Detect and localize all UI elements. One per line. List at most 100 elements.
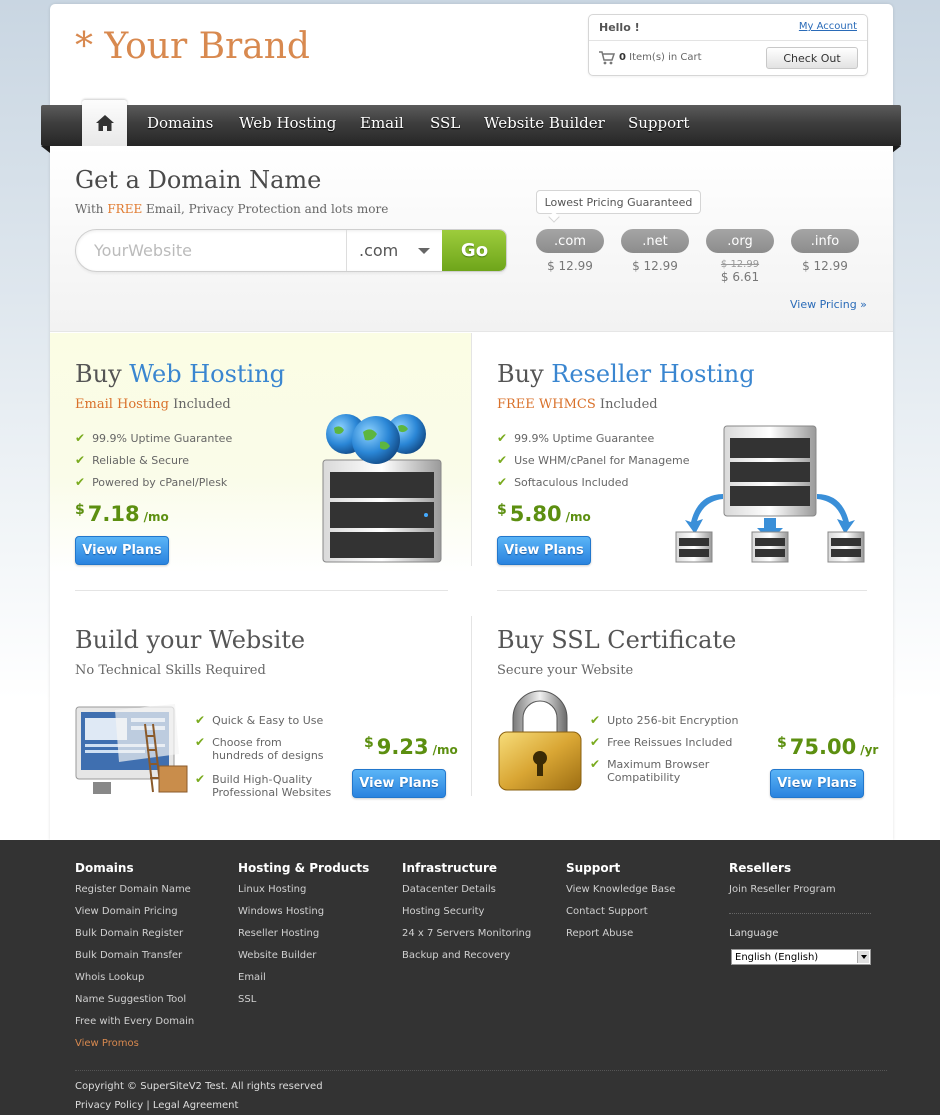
subtitle-suffix: Included xyxy=(595,397,658,412)
footer-link[interactable]: View Knowledge Base xyxy=(566,884,675,895)
nav-home-tab[interactable] xyxy=(82,100,127,146)
reseller-hosting-title: Buy Reseller Hosting xyxy=(497,360,755,388)
tld-pill-info[interactable]: .info xyxy=(791,229,859,253)
domain-search-input[interactable] xyxy=(76,230,346,271)
web-hosting-title: Buy Web Hosting xyxy=(75,360,285,388)
subtitle-suffix: Included xyxy=(168,397,231,412)
tld-pill-net[interactable]: .net xyxy=(621,229,689,253)
tld-price-info: $ 12.99 xyxy=(802,259,848,273)
title-highlight: Reseller Hosting xyxy=(551,360,755,388)
footer-link[interactable]: Windows Hosting xyxy=(238,906,324,917)
check-icon: ✔ xyxy=(590,757,601,771)
check-icon: ✔ xyxy=(195,772,206,786)
tld-pill-org[interactable]: .org xyxy=(706,229,774,253)
horizontal-divider xyxy=(497,590,867,591)
nav-ribbon-fold-right xyxy=(892,146,901,153)
feature-item: ✔ Quick & Easy to Use xyxy=(195,713,335,728)
footer-link[interactable]: SSL xyxy=(238,994,256,1005)
check-icon: ✔ xyxy=(75,453,86,467)
subtitle-prefix: With xyxy=(75,202,108,216)
currency: $ xyxy=(777,735,787,751)
feature-text: Maximum Browser Compatibility xyxy=(607,758,710,784)
footer-link[interactable]: Backup and Recovery xyxy=(402,950,510,961)
feature-text: Free Reissues Included xyxy=(607,736,733,749)
server-globes-icon xyxy=(322,414,442,563)
footer-link[interactable]: Register Domain Name xyxy=(75,884,191,895)
footer-link[interactable]: Bulk Domain Register xyxy=(75,928,183,939)
brand-logo[interactable]: * Your Brand xyxy=(75,26,310,67)
chevron-down-icon xyxy=(857,951,869,963)
nav-item-domains[interactable]: Domains xyxy=(147,114,213,132)
checkout-button[interactable]: Check Out xyxy=(766,47,858,69)
nav-item-support[interactable]: Support xyxy=(628,114,689,132)
legal-agreement-link[interactable]: Legal Agreement xyxy=(153,1100,239,1111)
nav-item-ssl[interactable]: SSL xyxy=(430,114,460,132)
language-select[interactable]: English (English) xyxy=(731,949,871,965)
language-divider xyxy=(729,913,871,914)
feature-item: ✔ Upto 256-bit Encryption xyxy=(590,714,740,728)
footer-heading-hosting: Hosting & Products xyxy=(238,861,370,875)
nav-item-website-builder[interactable]: Website Builder xyxy=(484,114,605,132)
cart-status[interactable]: 0 Item(s) in Cart xyxy=(619,52,702,63)
footer-link[interactable]: View Domain Pricing xyxy=(75,906,178,917)
footer-link-promos[interactable]: View Promos xyxy=(75,1038,139,1049)
nav-item-web-hosting[interactable]: Web Hosting xyxy=(239,114,336,132)
footer-link[interactable]: Linux Hosting xyxy=(238,884,306,895)
footer-link[interactable]: Datacenter Details xyxy=(402,884,496,895)
ssl-title: Buy SSL Certificate xyxy=(497,626,737,654)
footer-divider xyxy=(75,1070,887,1071)
footer-link[interactable]: Name Suggestion Tool xyxy=(75,994,186,1005)
reseller-hosting-subtitle: FREE WHMCS Included xyxy=(497,397,658,412)
subtitle-suffix: Email, Privacy Protection and lots more xyxy=(142,202,389,216)
check-icon: ✔ xyxy=(497,431,508,445)
ssl-view-plans-button[interactable]: View Plans xyxy=(770,769,864,798)
website-builder-view-plans-button[interactable]: View Plans xyxy=(352,769,446,798)
view-pricing-link[interactable]: View Pricing » xyxy=(790,298,867,311)
price-period: /mo xyxy=(143,510,169,524)
tld-price-net: $ 12.99 xyxy=(632,259,678,273)
footer-link[interactable]: Reseller Hosting xyxy=(238,928,319,939)
chevron-down-icon xyxy=(418,248,430,254)
feature-item: ✔ Softaculous Included xyxy=(497,476,629,490)
feature-item: ✔ Reliable & Secure xyxy=(75,453,189,468)
privacy-policy-link[interactable]: Privacy Policy xyxy=(75,1100,143,1111)
web-hosting-view-plans-button[interactable]: View Plans xyxy=(75,536,169,565)
ssl-price: $75.00/yr xyxy=(777,735,878,759)
footer-link[interactable]: Free with Every Domain xyxy=(75,1016,194,1027)
footer-link[interactable]: Join Reseller Program xyxy=(729,884,836,895)
tld-pill-com[interactable]: .com xyxy=(536,229,604,253)
horizontal-divider xyxy=(75,590,448,591)
feature-text: 99.9% Uptime Guarantee xyxy=(92,432,233,445)
feature-text: Softaculous Included xyxy=(514,476,629,489)
cart-label: Item(s) in Cart xyxy=(629,52,702,63)
price-amount: 75.00 xyxy=(789,735,857,759)
footer-heading-infrastructure: Infrastructure xyxy=(402,861,498,875)
tld-dropdown[interactable]: .com xyxy=(346,230,442,271)
go-button[interactable]: Go xyxy=(442,230,506,271)
title-prefix: Buy xyxy=(497,360,552,388)
footer-link[interactable]: Email xyxy=(238,972,266,983)
padlock-icon xyxy=(498,690,582,791)
footer-link[interactable]: Hosting Security xyxy=(402,906,484,917)
reseller-hosting-view-plans-button[interactable]: View Plans xyxy=(497,536,591,565)
footer-heading-resellers: Resellers xyxy=(729,861,792,875)
server-network-icon xyxy=(675,425,865,563)
price-amount: 7.18 xyxy=(87,502,140,526)
footer-link[interactable]: Bulk Domain Transfer xyxy=(75,950,182,961)
footer-link[interactable]: Whois Lookup xyxy=(75,972,144,983)
account-box: Hello ! My Account 0 Item(s) in Cart Che… xyxy=(588,14,868,76)
my-account-link[interactable]: My Account xyxy=(799,21,857,32)
price-period: /mo xyxy=(565,510,591,524)
domain-search-box: .com Go xyxy=(75,229,507,272)
check-icon: ✔ xyxy=(195,713,206,727)
nav-item-email[interactable]: Email xyxy=(360,114,404,132)
shopping-cart-icon xyxy=(599,51,615,65)
footer-link[interactable]: 24 x 7 Servers Monitoring xyxy=(402,928,531,939)
footer-link[interactable]: Contact Support xyxy=(566,906,648,917)
feature-item: ✔ Use WHM/cPanel for Manageme xyxy=(497,454,689,468)
currency: $ xyxy=(497,502,507,518)
footer-link[interactable]: Report Abuse xyxy=(566,928,633,939)
feature-text: Quick & Easy to Use xyxy=(212,714,324,727)
footer-link[interactable]: Website Builder xyxy=(238,950,316,961)
tld-old-price-org: $ 12.99 xyxy=(720,259,760,270)
